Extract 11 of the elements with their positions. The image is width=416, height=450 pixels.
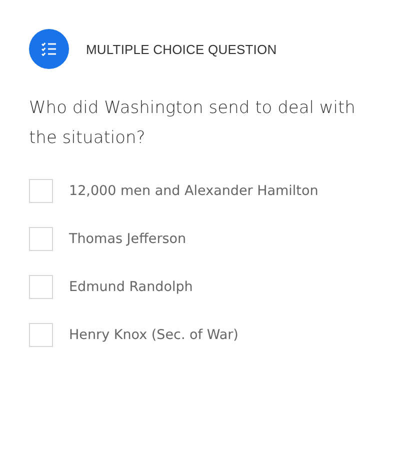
checkbox[interactable] bbox=[29, 179, 53, 203]
option-label: Edmund Randolph bbox=[69, 279, 193, 295]
option-label: Henry Knox (Sec. of War) bbox=[69, 327, 238, 343]
option-label: Thomas Jefferson bbox=[69, 231, 186, 247]
option-label: 12,000 men and Alexander Hamilton bbox=[69, 183, 318, 199]
checkbox[interactable] bbox=[29, 323, 53, 347]
question-type-label: MULTIPLE CHOICE QUESTION bbox=[86, 42, 277, 56]
checklist-icon bbox=[41, 42, 57, 56]
question-text: Who did Washington send to deal with the situation? bbox=[29, 97, 356, 150]
checkbox[interactable] bbox=[29, 227, 53, 251]
checkbox[interactable] bbox=[29, 275, 53, 299]
